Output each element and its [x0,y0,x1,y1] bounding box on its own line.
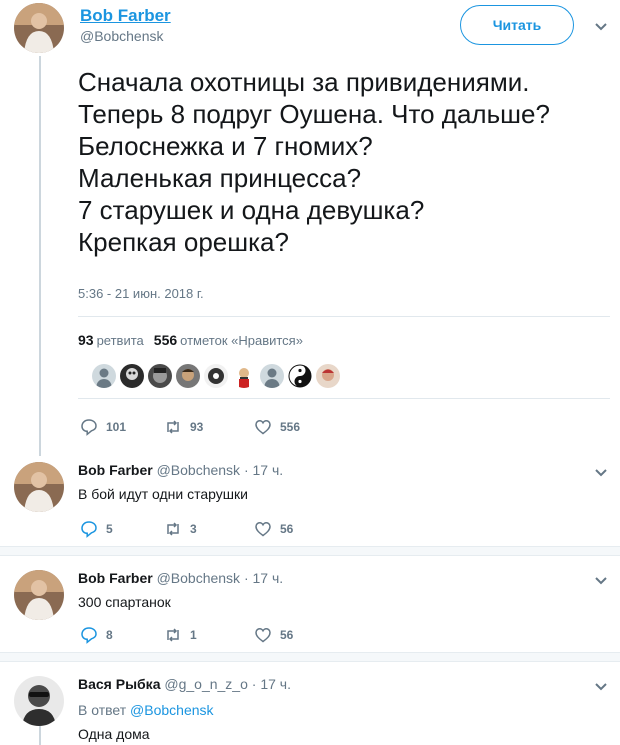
reply-to-line: В ответ @Bobchensk [78,702,214,718]
reply-author-name[interactable]: Bob Farber [78,462,153,478]
reply-actions: 8 1 56 [80,626,293,644]
liker-avatar[interactable] [260,364,284,388]
tweet-text-line: Белоснежка и 7 гномих? [78,131,373,161]
reply-header: Вася Рыбка @g_o_n_z_o · 17 ч. [78,676,291,692]
heart-icon [255,522,271,537]
reply-to-prefix: В ответ [78,702,127,718]
reply-author-name[interactable]: Bob Farber [78,570,153,586]
thread-line [39,726,41,745]
tweet-timestamp[interactable]: 5:36 - 21 июн. 2018 г. [78,286,204,301]
retweet-label: ретвита [96,333,144,348]
reply-text: Одна дома [78,726,150,742]
retweet-action[interactable]: 1 [164,626,254,644]
retweet-count: 3 [190,522,197,536]
like-count: 556 [280,420,301,434]
retweet-action[interactable]: 3 [164,520,254,538]
yin-yang-avatar[interactable] [288,364,312,388]
liker-avatar[interactable] [148,364,172,388]
liker-avatar[interactable] [92,364,116,388]
reply-author-avatar[interactable] [14,676,64,726]
like-action[interactable]: 56 [254,520,293,538]
reply-time[interactable]: · 17 ч. [244,462,283,478]
reply-time[interactable]: · 17 ч. [252,676,291,692]
reply-icon [81,627,97,644]
chevron-down-icon[interactable] [594,682,608,692]
engagement-stats: 93 ретвита 556 отметок «Нравится» [78,332,303,348]
retweet-icon [167,420,179,434]
liker-avatar[interactable] [176,364,200,388]
like-count[interactable]: 556 [154,332,177,348]
tweet-text-line: Сначала охотницы за привидениями. [78,67,530,97]
like-count: 56 [280,522,294,536]
reply-time[interactable]: · 17 ч. [244,570,283,586]
reply-actions: 5 3 56 [80,520,293,538]
like-label: отметок «Нравится» [180,333,303,348]
like-action[interactable]: 556 [254,418,300,436]
liker-avatars [92,364,344,388]
reply-author-name[interactable]: Вася Рыбка [78,676,160,692]
retweet-action[interactable]: 93 [164,418,254,436]
reply-author-handle[interactable]: @g_o_n_z_o [164,676,248,692]
reply-icon [81,521,97,538]
reply-action[interactable]: 8 [80,626,164,644]
liker-avatar[interactable] [232,364,256,388]
reply-icon [81,419,97,436]
reply-author-handle[interactable]: @Bobchensk [157,462,240,478]
tweet-text-line: 7 старушек и одна девушка? [78,195,425,225]
reply-action[interactable]: 101 [80,418,164,436]
reply-count: 8 [106,628,113,642]
reply-author-handle[interactable]: @Bobchensk [157,570,240,586]
retweet-count: 93 [190,420,204,434]
reply-action[interactable]: 5 [80,520,164,538]
tweet-actions: 101 93 556 [80,418,300,436]
liker-avatar[interactable] [120,364,144,388]
heart-icon [255,420,271,435]
tweet-text-line: Теперь 8 подруг Оушена. Что дальше? [78,99,550,129]
section-divider [0,546,620,556]
retweet-count: 1 [190,628,197,642]
reply-text: 300 спартанок [78,594,171,610]
chevron-down-icon[interactable] [594,576,608,586]
liker-avatar[interactable] [316,364,340,388]
chevron-down-icon[interactable] [594,468,608,478]
tweet-text-line: Маленькая принцесса? [78,163,362,193]
heart-icon [255,628,271,643]
section-divider [0,652,620,662]
retweet-icon [167,522,179,536]
tweet-text: Сначала охотницы за привидениями. Теперь… [78,66,608,258]
divider [78,316,610,317]
retweet-count[interactable]: 93 [78,332,94,348]
reply-author-avatar[interactable] [14,462,64,512]
reply-header: Bob Farber @Bobchensk · 17 ч. [78,462,283,478]
like-action[interactable]: 56 [254,626,293,644]
like-count: 56 [280,628,294,642]
reply-author-avatar[interactable] [14,570,64,620]
liker-avatar[interactable] [204,364,228,388]
follow-button[interactable]: Читать [460,5,574,45]
reply-count: 5 [106,522,113,536]
author-name[interactable]: Bob Farber [80,6,171,26]
author-handle[interactable]: @Bobchensk [80,28,163,44]
reply-count: 101 [106,420,127,434]
chevron-down-icon[interactable] [594,22,608,32]
author-avatar[interactable] [14,3,64,53]
thread-line [39,56,41,456]
reply-header: Bob Farber @Bobchensk · 17 ч. [78,570,283,586]
divider [78,398,610,399]
tweet-text-line: Крепкая орешка? [78,227,289,257]
reply-text: В бой идут одни старушки [78,486,248,502]
reply-to-handle[interactable]: @Bobchensk [130,702,213,718]
retweet-icon [167,628,179,642]
